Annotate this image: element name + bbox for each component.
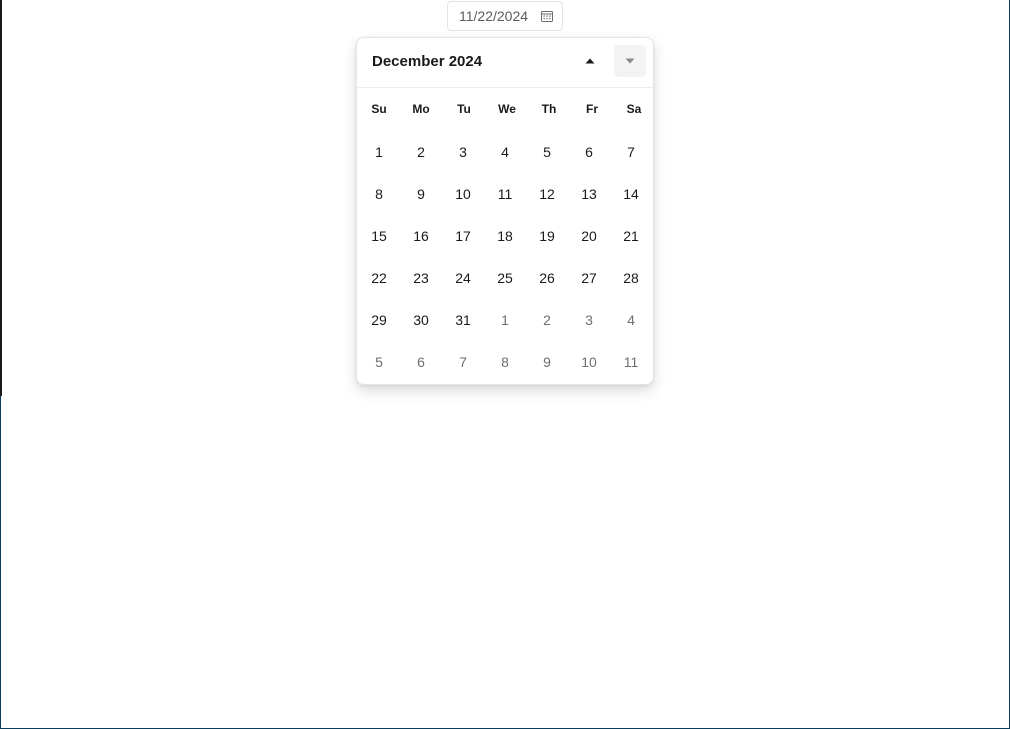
calendar-day[interactable]: 3	[443, 132, 483, 172]
weekday-label: Fr	[586, 102, 598, 116]
calendar-icon[interactable]	[541, 10, 553, 22]
calendar-day[interactable]: 30	[401, 300, 441, 340]
calendar-day[interactable]: 23	[401, 258, 441, 298]
calendar-day[interactable]: 27	[569, 258, 609, 298]
weekday-header-row: Su Mo Tu We Th Fr Sa	[357, 88, 653, 130]
calendar-day[interactable]: 2	[401, 132, 441, 172]
calendar-day[interactable]: 6	[569, 132, 609, 172]
calendar-day[interactable]: 5	[527, 132, 567, 172]
date-input-value: 11/22/2024	[459, 8, 529, 24]
calendar-day[interactable]: 1	[359, 132, 399, 172]
calendar-day[interactable]: 22	[359, 258, 399, 298]
calendar-day-outside-month[interactable]: 4	[611, 300, 651, 340]
calendar-day-outside-month[interactable]: 3	[569, 300, 609, 340]
calendar-day[interactable]: 21	[611, 216, 651, 256]
weekday-label: Th	[541, 102, 557, 116]
calendar-day[interactable]: 19	[527, 216, 567, 256]
calendar-day-outside-month[interactable]: 8	[485, 342, 525, 382]
calendar-day-outside-month[interactable]: 6	[401, 342, 441, 382]
calendar-day[interactable]: 18	[485, 216, 525, 256]
calendar-day[interactable]: 9	[401, 174, 441, 214]
weekday-label: We	[498, 102, 516, 116]
calendar-day[interactable]: 26	[527, 258, 567, 298]
weekday-label: Tu	[457, 102, 471, 116]
weekday-label: Mo	[412, 102, 430, 116]
calendar-header: December 2024	[357, 38, 653, 88]
previous-month-button[interactable]	[574, 45, 606, 77]
calendar-day[interactable]: 8	[359, 174, 399, 214]
month-year-title[interactable]: December 2024	[372, 53, 482, 70]
calendar-day-outside-month[interactable]: 2	[527, 300, 567, 340]
date-input[interactable]: 11/22/2024	[447, 1, 563, 31]
next-month-button[interactable]	[614, 45, 646, 77]
weekday-label: Sa	[626, 102, 642, 116]
calendar-day[interactable]: 12	[527, 174, 567, 214]
triangle-down-icon	[625, 58, 635, 64]
left-edge-strip	[0, 0, 2, 396]
calendar-day[interactable]: 14	[611, 174, 651, 214]
calendar-day[interactable]: 15	[359, 216, 399, 256]
calendar-day[interactable]: 10	[443, 174, 483, 214]
calendar-popup: December 2024 Su Mo Tu We Th Fr Sa 1 2 3 4 5 6 7 8 9 10…	[356, 37, 654, 385]
calendar-day[interactable]: 29	[359, 300, 399, 340]
calendar-day[interactable]: 17	[443, 216, 483, 256]
calendar-day-outside-month[interactable]: 9	[527, 342, 567, 382]
calendar-day[interactable]: 7	[611, 132, 651, 172]
calendar-day[interactable]: 11	[485, 174, 525, 214]
triangle-up-icon	[585, 58, 595, 64]
calendar-day-outside-month[interactable]: 10	[569, 342, 609, 382]
weekday-label: Su	[371, 102, 387, 116]
calendar-day-outside-month[interactable]: 11	[611, 342, 651, 382]
calendar-day-outside-month[interactable]: 5	[359, 342, 399, 382]
calendar-day[interactable]: 25	[485, 258, 525, 298]
calendar-day[interactable]: 16	[401, 216, 441, 256]
calendar-day[interactable]: 31	[443, 300, 483, 340]
calendar-day-outside-month[interactable]: 1	[485, 300, 525, 340]
calendar-day-outside-month[interactable]: 7	[443, 342, 483, 382]
calendar-day[interactable]: 4	[485, 132, 525, 172]
calendar-day[interactable]: 24	[443, 258, 483, 298]
calendar-day[interactable]: 28	[611, 258, 651, 298]
calendar-day[interactable]: 20	[569, 216, 609, 256]
calendar-day[interactable]: 13	[569, 174, 609, 214]
